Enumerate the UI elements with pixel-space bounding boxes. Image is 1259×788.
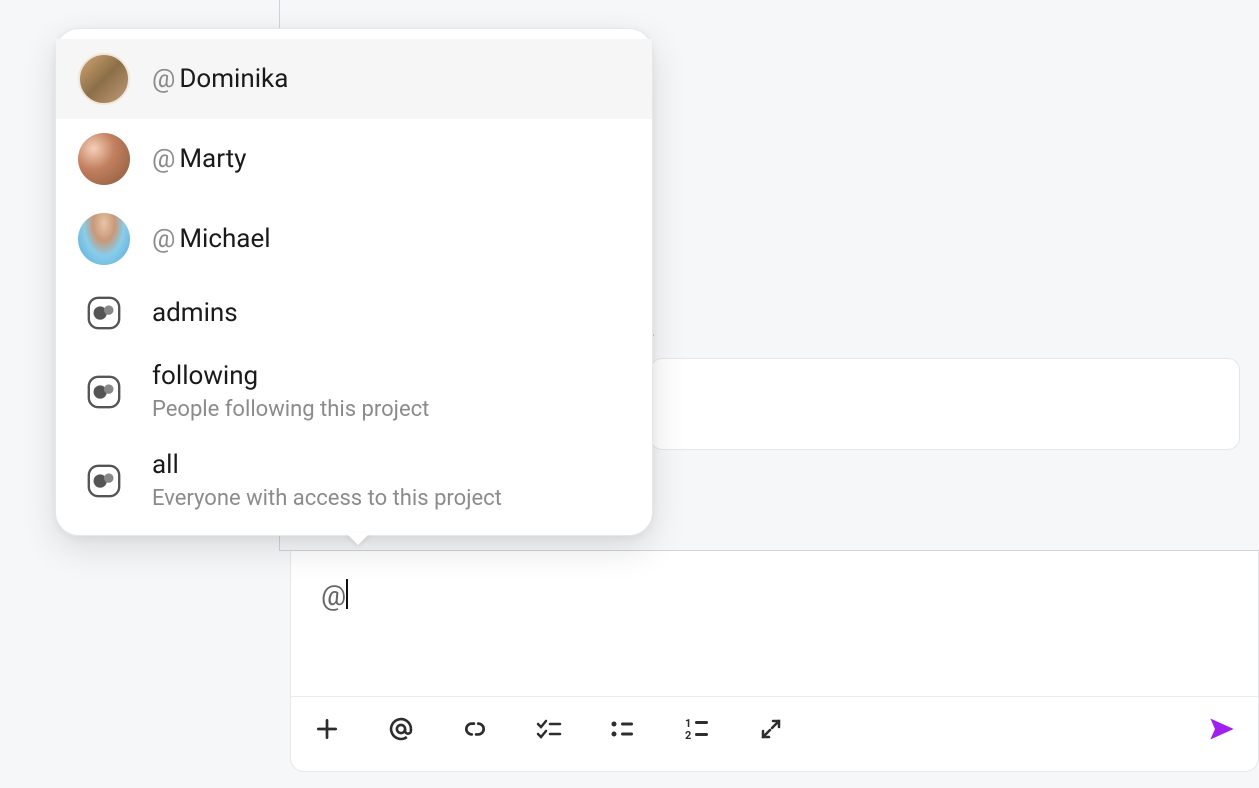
mention-name: admins — [152, 298, 238, 328]
mention-prefix: @ — [152, 224, 175, 254]
mention-name: following — [152, 361, 258, 391]
numbered-list-button[interactable]: 1 2 — [681, 713, 713, 745]
avatar-marty — [78, 133, 130, 185]
svg-text:2: 2 — [685, 729, 691, 741]
numbered-list-icon: 1 2 — [683, 717, 711, 741]
mention-item-all[interactable]: all Everyone with access to this project — [56, 436, 652, 525]
at-icon — [387, 715, 415, 743]
mention-name: Michael — [179, 224, 270, 254]
attach-button[interactable] — [459, 713, 491, 745]
mention-prefix: @ — [152, 64, 175, 94]
bullet-list-icon — [609, 717, 637, 741]
expand-button[interactable] — [755, 713, 787, 745]
mention-item-dominika[interactable]: @ Dominika — [56, 39, 652, 119]
text-cursor — [346, 579, 348, 609]
group-icon — [84, 461, 124, 501]
add-button[interactable] — [311, 713, 343, 745]
mention-item-following[interactable]: following People following this project — [56, 347, 652, 436]
group-icon — [84, 293, 124, 333]
mention-item-admins[interactable]: admins — [56, 279, 652, 347]
mention-name: Dominika — [179, 64, 288, 94]
checklist-icon — [535, 716, 563, 742]
plus-icon — [314, 716, 340, 742]
mention-item-michael[interactable]: @ Michael — [56, 199, 652, 279]
send-icon — [1206, 715, 1238, 743]
mention-item-marty[interactable]: @ Marty — [56, 119, 652, 199]
background-card — [650, 358, 1240, 450]
checklist-button[interactable] — [533, 713, 565, 745]
mention-prefix: @ — [152, 144, 175, 174]
mention-desc: Everyone with access to this project — [152, 486, 502, 511]
bullet-list-button[interactable] — [607, 713, 639, 745]
mention-name: Marty — [179, 144, 246, 174]
send-button[interactable] — [1206, 713, 1238, 745]
mention-desc: People following this project — [152, 397, 429, 422]
editor-toolbar: 1 2 — [291, 697, 1258, 761]
editor-textarea[interactable]: @ — [291, 551, 1258, 696]
link-icon — [462, 716, 488, 742]
avatar-michael — [78, 213, 130, 265]
avatar-dominika — [78, 53, 130, 105]
editor-input-text: @ — [321, 579, 346, 612]
expand-icon — [759, 717, 783, 741]
group-icon — [84, 372, 124, 412]
mention-popup: @ Dominika @ Marty @ Michael admins — [55, 28, 653, 536]
mention-button[interactable] — [385, 713, 417, 745]
mention-name: all — [152, 450, 179, 480]
message-editor: @ — [290, 551, 1259, 772]
